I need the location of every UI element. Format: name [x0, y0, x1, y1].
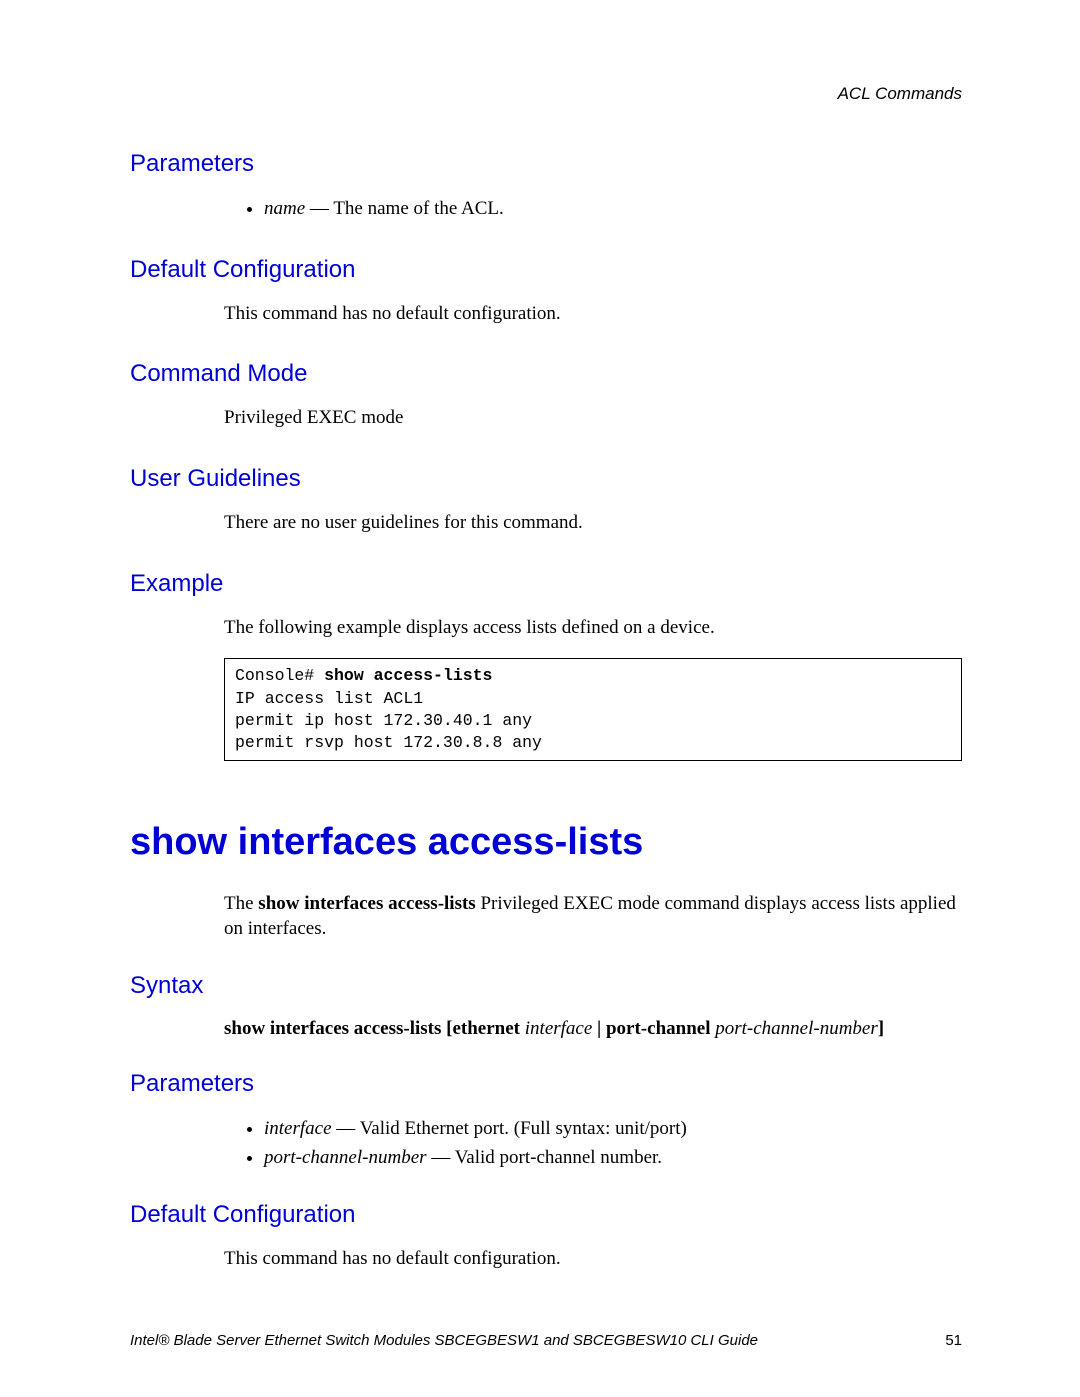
body-text: This command has no default configuratio…	[224, 1247, 962, 1272]
page-number: 51	[945, 1332, 962, 1349]
body-text: The show interfaces access-lists Privile…	[224, 892, 962, 941]
heading-parameters: Parameters	[130, 1070, 962, 1098]
param-desc: — The name of the ACL.	[305, 198, 504, 219]
heading-command-mode: Command Mode	[130, 360, 962, 388]
document-page: ACL Commands Parameters name — The name …	[0, 0, 1080, 1397]
syntax-param: port-channel-number	[715, 1018, 878, 1039]
body-text: This command has no default configuratio…	[224, 302, 962, 327]
body-text: There are no user guidelines for this co…	[224, 511, 962, 536]
syntax-token: show interfaces access-lists	[224, 1018, 446, 1039]
list-item: port-channel-number — Valid port-channel…	[264, 1145, 962, 1171]
code-output-line: IP access list ACL1	[235, 689, 423, 708]
syntax-token: port-channel	[606, 1018, 715, 1039]
syntax-token: ]	[878, 1018, 884, 1039]
heading-user-guidelines: User Guidelines	[130, 465, 962, 493]
parameters-list: name — The name of the ACL.	[224, 196, 962, 222]
heading-example: Example	[130, 570, 962, 598]
heading-default-configuration: Default Configuration	[130, 256, 962, 284]
code-block: Console# show access-lists IP access lis…	[224, 658, 962, 761]
body-text: Privileged EXEC mode	[224, 406, 962, 431]
code-output-line: permit ip host 172.30.40.1 any	[235, 711, 532, 730]
header-section-label: ACL Commands	[838, 84, 962, 104]
syntax-text: show interfaces access-lists [ethernet i…	[224, 1018, 962, 1040]
syntax-token: [ethernet	[446, 1018, 525, 1039]
param-term: name	[264, 198, 305, 219]
code-command: show access-lists	[324, 666, 492, 685]
list-item: name — The name of the ACL.	[264, 196, 962, 222]
code-output-line: permit rsvp host 172.30.8.8 any	[235, 733, 542, 752]
param-desc: — Valid Ethernet port. (Full syntax: uni…	[332, 1118, 687, 1139]
page-footer: Intel® Blade Server Ethernet Switch Modu…	[130, 1332, 962, 1349]
param-desc: — Valid port-channel number.	[427, 1147, 663, 1168]
syntax-param: interface	[525, 1018, 593, 1039]
param-term: interface	[264, 1118, 332, 1139]
intro-command-name: show interfaces access-lists	[258, 893, 475, 914]
heading-parameters: Parameters	[130, 150, 962, 178]
heading-default-configuration: Default Configuration	[130, 1201, 962, 1229]
intro-pre: The	[224, 893, 258, 914]
code-prompt: Console#	[235, 666, 324, 685]
parameters-list: interface — Valid Ethernet port. (Full s…	[224, 1116, 962, 1171]
param-term: port-channel-number	[264, 1147, 427, 1168]
body-text: The following example displays access li…	[224, 616, 962, 641]
list-item: interface — Valid Ethernet port. (Full s…	[264, 1116, 962, 1142]
syntax-token: |	[592, 1018, 606, 1039]
footer-text: Intel® Blade Server Ethernet Switch Modu…	[130, 1332, 758, 1349]
heading-syntax: Syntax	[130, 972, 962, 1000]
heading-command-title: show interfaces access-lists	[130, 821, 962, 864]
